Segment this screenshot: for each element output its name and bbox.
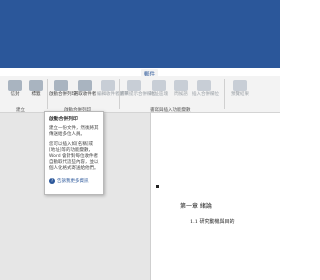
select-recipients-button[interactable]: 選取收件者	[73, 80, 97, 97]
document-page[interactable]	[150, 113, 280, 280]
preview-results-button[interactable]: 預覽結果	[228, 80, 252, 97]
bullet-marker	[156, 185, 159, 188]
separator	[47, 79, 48, 109]
address-block-icon	[152, 80, 166, 91]
edit-recipient-list-button[interactable]: 編輯收件者清單	[97, 80, 129, 97]
address-block-button[interactable]: 地址區塊	[148, 80, 170, 97]
tooltip-description-2: 您可以插入如[名稱]或[地址]等的功能變數，Word 會針對每位收件者自動取代這…	[49, 142, 99, 171]
insert-field-icon	[197, 80, 211, 91]
preview-icon	[233, 80, 247, 91]
title-bar	[0, 0, 280, 68]
highlight-fields-icon	[127, 80, 141, 91]
tooltip: 啟動合併列印 建立一份文件，然後將其傳送給多位人員。 您可以插入如[名稱]或[地…	[44, 111, 104, 195]
start-mail-merge-button[interactable]: 啟動合併列印	[49, 80, 76, 97]
tooltip-description: 建立一份文件，然後將其傳送給多位人員。	[49, 126, 99, 137]
label-icon	[29, 80, 43, 91]
insert-merge-field-button[interactable]: 插入合併欄位	[192, 80, 219, 97]
highlight-merge-fields-button[interactable]: 醒目提示合併欄位	[120, 80, 156, 97]
envelope-icon	[8, 80, 22, 91]
greeting-line-button[interactable]: 問候語	[170, 80, 192, 97]
envelopes-button[interactable]: 信封	[4, 80, 26, 97]
select-recipients-icon	[78, 80, 92, 91]
greeting-icon	[174, 80, 188, 91]
help-icon: ?	[49, 178, 55, 184]
tooltip-title: 啟動合併列印	[49, 117, 78, 122]
section-heading: 1.1 研究動機與目的	[190, 219, 235, 225]
start-merge-icon	[54, 80, 68, 91]
labels-button[interactable]: 標籤	[25, 80, 47, 97]
chapter-heading: 第一章 緒論	[180, 203, 212, 210]
edit-list-icon	[101, 80, 115, 91]
tell-me-more-link[interactable]: ? 告訴我更多資訊	[49, 178, 99, 184]
separator	[224, 79, 225, 109]
